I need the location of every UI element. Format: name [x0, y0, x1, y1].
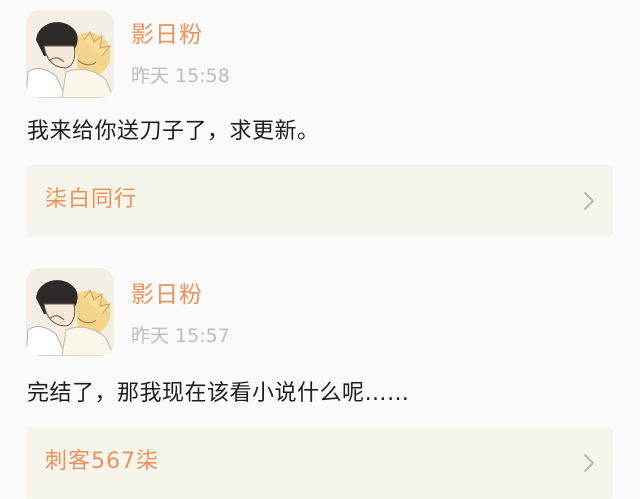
chevron-right-icon	[584, 192, 594, 210]
avatar[interactable]	[26, 268, 114, 356]
reference-card[interactable]: 柒白同行	[26, 165, 613, 237]
reference-title: 柒白同行	[45, 187, 138, 212]
reference-title: 刺客567柒	[45, 449, 159, 474]
timestamp: 昨天 15:57	[131, 325, 230, 347]
username[interactable]: 影日粉	[131, 24, 203, 47]
chevron-right-icon	[584, 454, 594, 472]
timestamp: 昨天 15:58	[131, 65, 230, 87]
avatar[interactable]	[26, 10, 114, 98]
reference-card[interactable]: 刺客567柒	[26, 427, 613, 499]
comment-text: 我来给你送刀子了，求更新。	[27, 119, 320, 144]
comment-text: 完结了，那我现在该看小说什么呢……	[27, 381, 410, 406]
avatar-image	[26, 268, 114, 356]
avatar-image	[26, 10, 114, 98]
username[interactable]: 影日粉	[131, 284, 203, 307]
